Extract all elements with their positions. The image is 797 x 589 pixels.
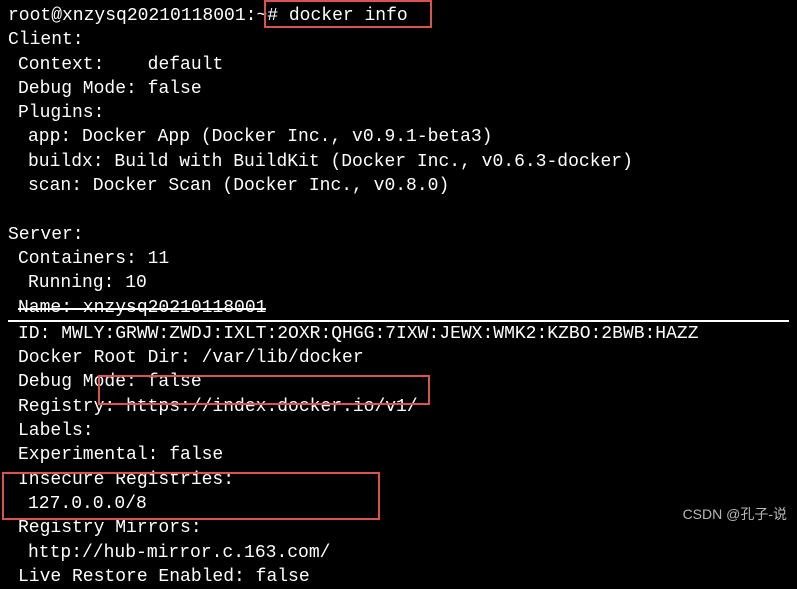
context-label: Context:: [18, 55, 104, 75]
blank-line: [8, 198, 789, 222]
debug-value: false: [148, 79, 202, 99]
server-registry: Registry: https://index.docker.io/v1/: [8, 395, 789, 419]
terminal-prompt-line[interactable]: root@xnzysq20210118001:~# docker info: [8, 4, 789, 28]
insecure-header: Insecure Registries:: [8, 468, 789, 492]
mirrors-header: Registry Mirrors:: [8, 516, 789, 540]
server-header: Server:: [8, 223, 789, 247]
insecure-value: 127.0.0.0/8: [8, 492, 789, 516]
mirrors-value: http://hub-mirror.c.163.com/: [8, 541, 789, 565]
server-experimental: Experimental: false: [8, 443, 789, 467]
server-containers: Containers: 11: [8, 247, 789, 271]
plugin-buildx: buildx: Build with BuildKit (Docker Inc.…: [8, 150, 789, 174]
live-restore: Live Restore Enabled: false: [8, 565, 789, 589]
server-debug-mode: Debug Mode: false: [8, 370, 789, 394]
strike-text: Name: xnzysq20210118001: [18, 296, 266, 320]
server-id: ID: MWLY:GRWW:ZWDJ:IXLT:2OXR:QHGG:7IXW:J…: [8, 322, 789, 346]
command: docker info: [289, 6, 408, 26]
server-root-dir: Docker Root Dir: /var/lib/docker: [8, 346, 789, 370]
prompt: root@xnzysq20210118001:~#: [8, 6, 278, 26]
server-running: Running: 10: [8, 271, 789, 295]
client-header: Client:: [8, 28, 789, 52]
server-labels: Labels:: [8, 419, 789, 443]
client-debug: Debug Mode: false: [8, 77, 789, 101]
client-context: Context: default: [8, 53, 789, 77]
plugin-app: app: Docker App (Docker Inc., v0.9.1-bet…: [8, 125, 789, 149]
plugins-header: Plugins:: [8, 101, 789, 125]
watermark: CSDN @孔子-说: [683, 505, 787, 524]
context-value: default: [148, 55, 224, 75]
plugin-scan: scan: Docker Scan (Docker Inc., v0.8.0): [8, 174, 789, 198]
debug-label: Debug Mode:: [18, 79, 137, 99]
server-name-strike: Name: xnzysq20210118001: [8, 296, 789, 320]
